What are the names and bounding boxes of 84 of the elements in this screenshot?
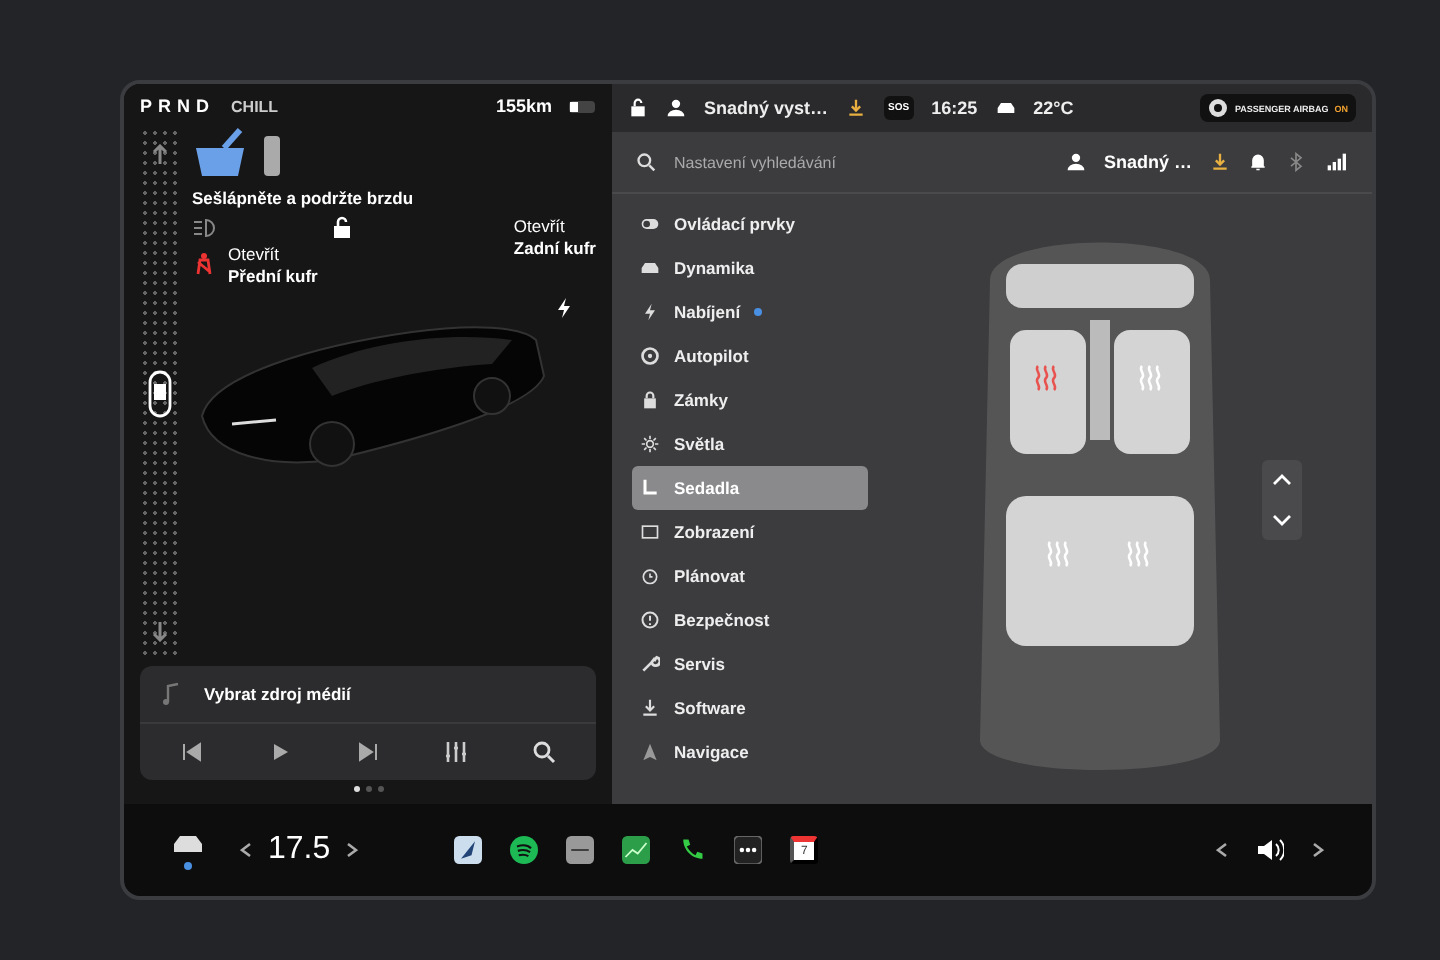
more-icon: [734, 836, 763, 864]
drive-mode: CHILL: [231, 97, 279, 115]
music-note-icon: [160, 682, 184, 706]
speaker-icon: [1256, 836, 1284, 864]
rear-trunk-button[interactable]: Otevřít Zadní kufr: [513, 216, 596, 260]
seat-icon: [640, 478, 660, 498]
music-app-icon: [510, 836, 539, 864]
cell-signal-icon: [1324, 152, 1348, 172]
settings-menu-item[interactable]: Zobrazení: [632, 510, 868, 554]
search-icon: [636, 152, 656, 172]
download-icon: [640, 698, 660, 718]
settings-menu-item[interactable]: Nabíjení: [632, 290, 868, 334]
up-arrow-icon: [150, 144, 170, 166]
info-icon: [640, 610, 660, 630]
settings-menu-item[interactable]: Software: [632, 686, 868, 730]
settings-menu-item[interactable]: Plánovat: [632, 554, 868, 598]
alarm-clock-icon: [640, 566, 660, 586]
person-icon: [1065, 152, 1086, 172]
unlocked-padlock-icon: [329, 216, 354, 240]
navigation-app[interactable]: [454, 836, 483, 864]
energy-app[interactable]: [622, 836, 651, 864]
settings-menu-item[interactable]: Dynamika: [632, 246, 868, 290]
car-top-icon: [148, 369, 172, 417]
bluetooth-icon: [1286, 152, 1306, 172]
play-icon: [268, 740, 292, 764]
settings-menu-item[interactable]: Světla: [632, 422, 868, 466]
lightning-icon: [640, 302, 660, 322]
car-icon: [995, 98, 1016, 118]
display-icon: [640, 522, 660, 542]
outside-temperature: 22°C: [1033, 98, 1074, 118]
download-icon: [846, 98, 867, 118]
media-source-prompt[interactable]: Vybrat zdroj médií: [204, 684, 351, 704]
range-reading: 155km: [495, 96, 552, 116]
equalizer-icon: [444, 740, 468, 764]
sun-icon: [640, 434, 660, 454]
clock-time: 16:25: [931, 98, 978, 118]
chevron-down-icon: [1272, 511, 1292, 527]
chevron-left-icon: [240, 842, 252, 858]
equalizer-button[interactable]: [440, 736, 472, 768]
settings-menu-item[interactable]: Autopilot: [632, 334, 868, 378]
chevron-left-icon: [1216, 842, 1228, 858]
brake-prompt: Sešlápněte a podržte brzdu: [192, 188, 416, 208]
settings-menu-item[interactable]: Ovládací prvky: [632, 202, 868, 246]
profile-button[interactable]: Snadný …: [1103, 152, 1192, 172]
headlight-icon: [192, 216, 216, 240]
down-arrow-icon: [150, 620, 170, 642]
search-icon: [532, 740, 556, 764]
map-icon: [454, 836, 483, 864]
front-trunk-button[interactable]: Otevřít Přední kufr: [228, 244, 318, 288]
chevron-right-icon: [346, 842, 359, 858]
bell-icon: [1248, 152, 1268, 172]
active-dot-icon: [184, 861, 192, 869]
settings-menu-item[interactable]: Servis: [632, 642, 868, 686]
settings-search-field[interactable]: Nastavení vyhledávání: [674, 153, 836, 171]
download-icon: [1210, 152, 1230, 172]
person-icon: [666, 98, 686, 118]
pedals-drawing: [192, 128, 284, 180]
phone-icon: [678, 836, 707, 864]
volume-button[interactable]: [1256, 836, 1284, 864]
phone-app[interactable]: [678, 836, 707, 864]
wrench-icon: [640, 654, 660, 674]
more-apps-button[interactable]: [734, 836, 763, 864]
skip-forward-icon: [356, 740, 380, 764]
chart-app-icon: [622, 836, 651, 864]
driver-profile[interactable]: Snadný vyst…: [704, 98, 829, 118]
lock-icon: [640, 390, 660, 410]
car-button[interactable]: [172, 831, 204, 869]
car-icon: [172, 831, 204, 855]
navigation-arrow-icon: [640, 742, 660, 762]
settings-menu-item[interactable]: Zámky: [632, 378, 868, 422]
battery-icon: [568, 99, 596, 113]
gear-selector: PRND: [140, 96, 216, 116]
car-icon: [640, 258, 660, 278]
settings-menu-item[interactable]: Navigace: [632, 730, 868, 774]
search-button[interactable]: [528, 736, 560, 768]
chevron-right-icon: [1312, 842, 1324, 858]
cabin-temperature: 17.5: [268, 832, 331, 868]
settings-menu-item[interactable]: Bezpečnost: [632, 598, 868, 642]
steering-wheel-icon: [640, 346, 660, 366]
music-app[interactable]: [510, 836, 539, 864]
toggle-icon: [640, 214, 660, 234]
skip-back-icon: [180, 740, 204, 764]
chevron-up-icon: [1272, 471, 1292, 487]
lock-icon: [628, 98, 648, 118]
